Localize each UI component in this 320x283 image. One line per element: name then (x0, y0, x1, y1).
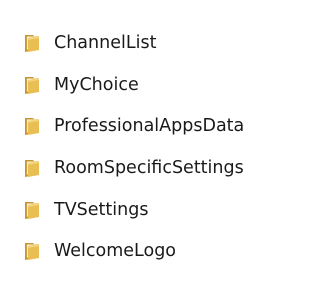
folder-icon (25, 243, 39, 260)
folder-item-mychoice[interactable]: MyChoice (22, 72, 139, 98)
folder-item-roomspecificsettings[interactable]: RoomSpecificSettings (22, 155, 244, 181)
folder-label: ChannelList (54, 33, 157, 53)
folder-item-channellist[interactable]: ChannelList (22, 30, 156, 56)
folder-label: WelcomeLogo (54, 241, 177, 261)
folder-item-welcomelogo[interactable]: WelcomeLogo (22, 238, 176, 264)
folder-item-tvsettings[interactable]: TVSettings (22, 197, 148, 223)
folder-item-professionalappsdata[interactable]: ProfessionalAppsData (22, 113, 244, 139)
folder-label: RoomSpecificSettings (54, 158, 244, 178)
folder-icon (25, 77, 39, 94)
folder-icon (25, 160, 39, 177)
folder-icon (25, 118, 39, 135)
folder-list: ChannelList MyChoice ProfessionalAppsDat… (0, 0, 315, 283)
folder-label: MyChoice (54, 75, 139, 95)
folder-icon (25, 35, 39, 52)
folder-label: TVSettings (54, 200, 149, 220)
folder-label: ProfessionalAppsData (54, 116, 245, 136)
folder-icon (25, 202, 39, 219)
